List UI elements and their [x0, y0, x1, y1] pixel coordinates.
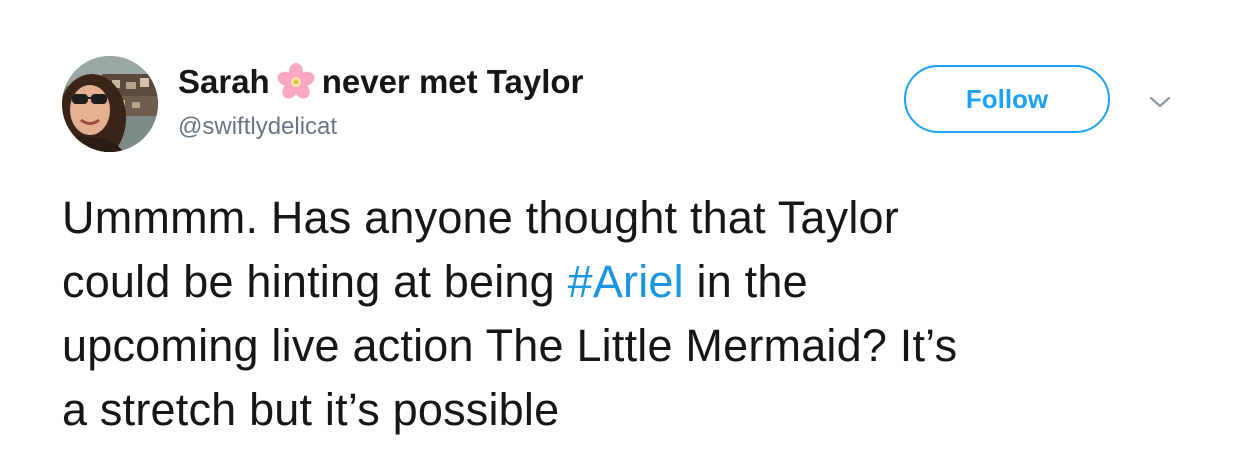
hashtag-link[interactable]: #Ariel — [568, 256, 684, 307]
chevron-down-icon[interactable] — [1146, 90, 1174, 114]
tweet-text-segment: in the — [683, 256, 808, 307]
tweet-text-line-1: Ummmm. Has anyone thought that Taylor — [62, 192, 899, 243]
user-info: Sarah never met Taylor @swiftlydelicat — [178, 62, 583, 142]
tweet-text: Ummmm. Has anyone thought that Taylor co… — [62, 186, 1212, 442]
follow-button[interactable]: Follow — [904, 65, 1110, 133]
tweet-text-segment: could be hinting at being — [62, 256, 568, 307]
avatar-image — [62, 56, 158, 152]
cherry-blossom-icon — [276, 62, 316, 102]
tweet-text-line-4: a stretch but it’s possible — [62, 384, 560, 435]
avatar[interactable] — [62, 56, 158, 152]
tweet-text-line-2: could be hinting at being #Ariel in the — [62, 250, 1212, 314]
display-name-rest: never met Taylor — [321, 63, 584, 100]
display-name[interactable]: Sarah never met Taylor — [178, 62, 583, 102]
user-handle[interactable]: @swiftlydelicat — [178, 112, 583, 142]
display-name-first: Sarah — [178, 63, 270, 100]
tweet-text-line-3: upcoming live action The Little Mermaid?… — [62, 320, 958, 371]
tweet-card: Sarah never met Taylor @swiftlydelicat F… — [0, 0, 1252, 476]
